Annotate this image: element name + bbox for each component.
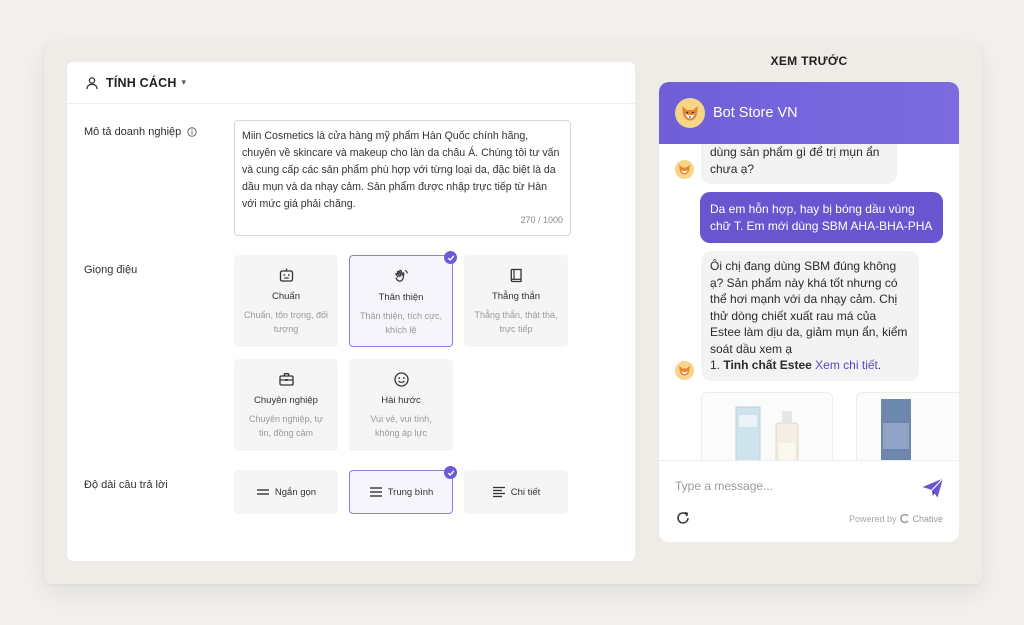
product-image <box>857 393 959 460</box>
tone-option-desc: Thẳng thắn, thật thà, trực tiếp <box>474 310 558 334</box>
length-option-short[interactable]: Ngắn gọn <box>234 470 338 514</box>
product-image <box>702 393 832 460</box>
chat-messages[interactable]: dùng sản phẩm gì để trị mụn ẩn chưa ạ? D… <box>659 144 959 460</box>
length-option-title: Trung bình <box>387 486 434 498</box>
length-option-detailed[interactable]: Chi tiết <box>464 470 568 514</box>
tone-option-title: Hài hước <box>381 395 421 406</box>
length-option-title: Ngắn gọn <box>274 486 317 498</box>
tone-option-friendly[interactable]: Thân thiện Thân thiện, tích cực, khích l… <box>349 251 457 347</box>
tone-option-direct[interactable]: Thẳng thắn Thẳng thắn, thật thà, trực ti… <box>464 255 568 347</box>
chevron-down-icon[interactable]: ▾ <box>182 77 187 88</box>
book-icon <box>508 267 525 284</box>
tone-option-professional[interactable]: Chuyên nghiệp Chuyên nghiệp, tự tin, đồn… <box>234 359 338 451</box>
chat-header: Bot Store VN <box>659 82 959 144</box>
fox-avatar-icon <box>675 361 694 380</box>
description-text: Miin Cosmetics là cửa hàng mỹ phẩm Hàn Q… <box>242 130 560 210</box>
bot-message: Ôi chị đang dùng SBM đúng không ạ? Sản p… <box>701 251 919 381</box>
briefcase-icon <box>278 371 295 388</box>
smile-icon <box>393 371 410 388</box>
tone-label: Giọng điệu <box>84 264 138 276</box>
item-suffix: . <box>877 358 882 372</box>
tone-option-humorous[interactable]: Hài hước Vui vẻ, vui tính, không áp lực <box>349 359 453 451</box>
tone-option-desc: Vui vẻ, vui tính, không áp lực <box>370 414 432 438</box>
tone-option-title: Chuẩn <box>272 291 300 302</box>
powered-by: Powered by Chative <box>849 513 943 524</box>
tone-option-title: Thân thiện <box>378 292 424 303</box>
info-icon[interactable] <box>187 127 197 137</box>
description-label-text: Mô tả doanh nghiệp <box>84 126 182 138</box>
chative-logo-icon <box>900 513 910 524</box>
user-message: Da em hỗn hợp, hay bị bóng dầu vùng chữ … <box>700 192 943 243</box>
tone-option-title: Thẳng thắn <box>491 291 541 302</box>
tone-option-desc: Chuẩn, tôn trọng, đối tượng <box>243 310 329 334</box>
length-option-medium[interactable]: Trung bình <box>349 466 457 514</box>
wave-hand-icon <box>393 268 410 285</box>
bot-message-text: Ôi chị đang dùng SBM đúng không ạ? Sản p… <box>710 259 908 356</box>
tone-option-title: Chuyên nghiệp <box>254 395 318 406</box>
send-icon[interactable] <box>921 477 945 499</box>
tone-option-desc: Chuyên nghiệp, tự tin, đồng cảm <box>248 414 324 438</box>
preview-title: XEM TRƯỚC <box>770 54 848 68</box>
description-label: Mô tả doanh nghiệp <box>84 126 197 138</box>
section-header[interactable]: TÍNH CÁCH ▾ <box>67 62 635 104</box>
robot-icon <box>278 267 295 284</box>
description-textarea[interactable]: Miin Cosmetics là cửa hàng mỹ phẩm Hàn Q… <box>234 120 571 236</box>
product-card[interactable] <box>856 392 959 460</box>
chat-footer: Powered by Chative <box>659 460 959 542</box>
length-option-title: Chi tiết <box>510 486 541 498</box>
lines-long-icon <box>492 486 506 498</box>
product-name: Tinh chất Estee <box>723 358 812 372</box>
settings-card: TÍNH CÁCH ▾ Mô tả doanh nghiệp Miin Cosm… <box>67 62 635 561</box>
fox-avatar-icon <box>675 160 694 179</box>
fox-avatar-icon <box>675 98 705 128</box>
person-icon <box>85 76 99 90</box>
refresh-icon[interactable] <box>675 510 691 526</box>
bot-message: dùng sản phẩm gì để trị mụn ẩn chưa ạ? <box>701 144 897 184</box>
lines-short-icon <box>256 486 270 498</box>
message-input[interactable] <box>675 479 915 493</box>
product-card[interactable] <box>701 392 833 460</box>
section-title: TÍNH CÁCH <box>106 75 177 90</box>
tone-option-standard[interactable]: Chuẩn Chuẩn, tôn trọng, đối tượng <box>234 255 338 347</box>
powered-by-text: Powered by <box>848 513 897 524</box>
brand-logo[interactable]: Chative <box>899 513 943 524</box>
tone-option-desc: Thân thiện, tích cực, khích lệ <box>359 311 443 335</box>
check-icon <box>444 466 457 479</box>
chat-widget: Bot Store VN dùng sản phẩm gì để trị mụn… <box>659 82 959 542</box>
lines-medium-icon <box>369 486 383 498</box>
bot-name: Bot Store VN <box>713 105 798 121</box>
length-label: Độ dài câu trả lời <box>84 479 168 491</box>
brand-name: Chative <box>912 513 943 524</box>
check-icon <box>444 251 457 264</box>
view-details-link[interactable]: Xem chi tiết <box>815 358 878 372</box>
character-counter: 270 / 1000 <box>520 215 563 225</box>
item-prefix: 1. <box>710 358 724 372</box>
